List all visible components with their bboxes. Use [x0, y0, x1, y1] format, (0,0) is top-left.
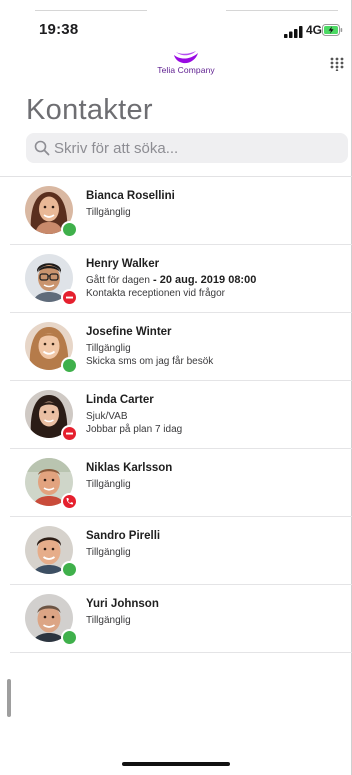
- contact-status: Tillgänglig: [86, 343, 131, 354]
- contact-row[interactable]: Linda Carter Sjuk/VAB Jobbar på plan 7 i…: [10, 381, 352, 449]
- presence-on-call-icon: [61, 493, 78, 510]
- contact-row[interactable]: Josefine Winter Tillgänglig Skicka sms o…: [10, 313, 352, 381]
- contact-name: Bianca Rosellini: [86, 190, 175, 202]
- battery-charging-icon: [322, 24, 343, 36]
- telia-company-logo: Telia Company: [151, 51, 221, 77]
- contact-list: Bianca Rosellini Tillgänglig Henry Walke…: [0, 177, 352, 653]
- status-time: 19:38: [39, 21, 79, 38]
- network-type: 4G: [306, 23, 323, 37]
- contact-status: Sjuk/VAB: [86, 411, 128, 422]
- contact-status: Gått för dagen - 20 aug. 2019 08:00: [86, 274, 257, 286]
- contact-status: Tillgänglig: [86, 207, 131, 218]
- contact-row[interactable]: Sandro Pirelli Tillgänglig: [10, 517, 352, 585]
- contact-row[interactable]: Yuri Johnson Tillgänglig: [10, 585, 352, 653]
- contact-status: Tillgänglig: [86, 547, 131, 558]
- contact-status: Tillgänglig: [86, 615, 131, 626]
- page-title: Kontakter: [26, 94, 153, 126]
- contact-status: Tillgänglig: [86, 479, 131, 490]
- cellular-signal-icon: [284, 26, 303, 38]
- contact-row[interactable]: Niklas Karlsson Tillgänglig: [10, 449, 352, 517]
- search-icon: [34, 140, 50, 156]
- logo-text: Telia Company: [157, 65, 215, 75]
- contact-name: Linda Carter: [86, 394, 154, 406]
- contact-row[interactable]: Henry Walker Gått för dagen - 20 aug. 20…: [10, 245, 352, 313]
- contact-name: Josefine Winter: [86, 326, 172, 338]
- contact-name: Yuri Johnson: [86, 598, 159, 610]
- search-input[interactable]: [54, 133, 340, 163]
- presence-busy-icon: [61, 289, 78, 306]
- contact-note: Jobbar på plan 7 idag: [86, 424, 183, 435]
- contact-note: Kontakta receptionen vid frågor: [86, 288, 225, 299]
- presence-busy-icon: [61, 425, 78, 442]
- search-bar[interactable]: [26, 133, 348, 163]
- home-indicator[interactable]: [122, 762, 230, 766]
- presence-available-icon: [61, 629, 78, 646]
- dialpad-icon[interactable]: [330, 57, 344, 71]
- status-bar: 19:38 4G: [0, 0, 352, 44]
- presence-available-icon: [61, 561, 78, 578]
- presence-available-icon: [61, 221, 78, 238]
- presence-available-icon: [61, 357, 78, 374]
- contact-note: Skicka sms om jag får besök: [86, 356, 214, 367]
- contact-name: Sandro Pirelli: [86, 530, 161, 542]
- contact-row[interactable]: Bianca Rosellini Tillgänglig: [10, 177, 352, 245]
- contact-name: Niklas Karlsson: [86, 462, 173, 474]
- device-side-button: [7, 679, 11, 717]
- contact-name: Henry Walker: [86, 258, 160, 270]
- telia-pebble-icon: [174, 51, 198, 64]
